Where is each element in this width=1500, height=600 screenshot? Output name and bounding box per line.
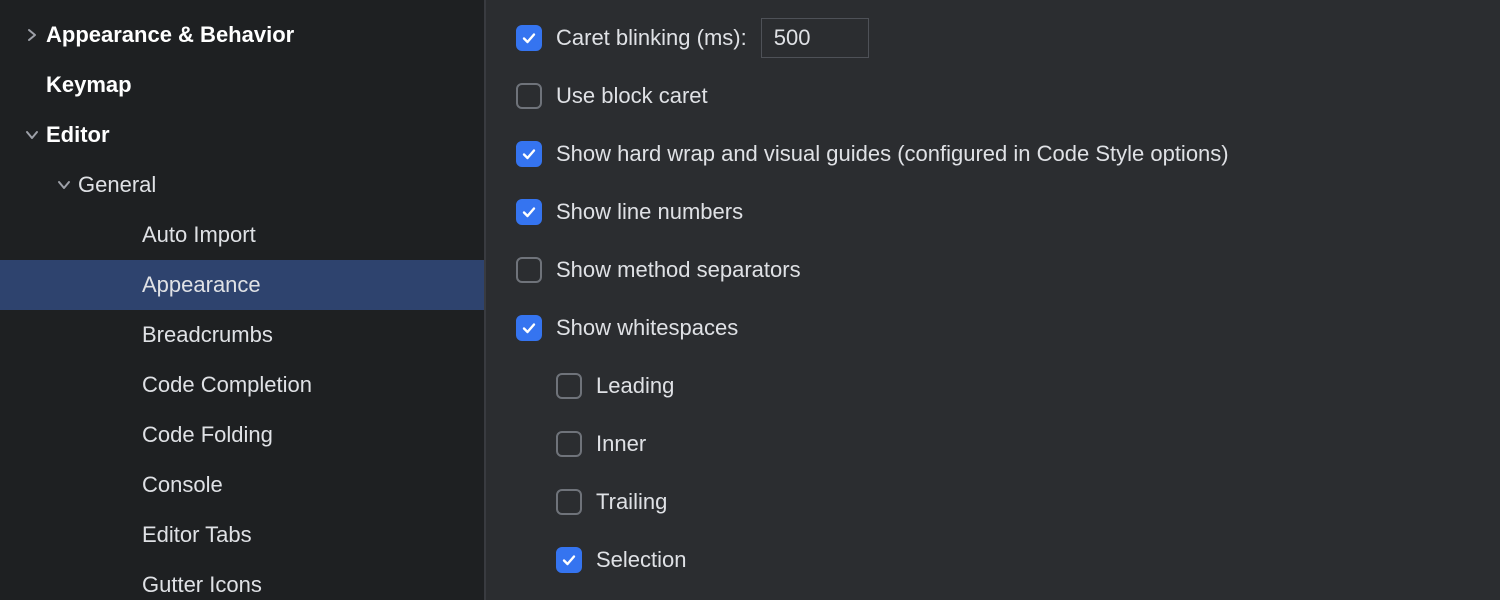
ws-leading-checkbox[interactable]	[556, 373, 582, 399]
block-caret-checkbox[interactable]	[516, 83, 542, 109]
tree-item-label: Appearance	[142, 272, 261, 298]
chevron-down-icon	[18, 128, 46, 142]
method-separators-label: Show method separators	[556, 257, 801, 283]
ws-inner-label: Inner	[596, 431, 646, 457]
hard-wrap-checkbox[interactable]	[516, 141, 542, 167]
tree-item-label: Keymap	[46, 72, 132, 98]
option-ws-inner-row: Inner	[516, 424, 1470, 464]
tree-console[interactable]: Console	[0, 460, 484, 510]
tree-item-label: Console	[142, 472, 223, 498]
tree-item-label: Editor Tabs	[142, 522, 252, 548]
option-method-separators-row: Show method separators	[516, 250, 1470, 290]
option-ws-trailing-row: Trailing	[516, 482, 1470, 522]
option-ws-selection-row: Selection	[516, 540, 1470, 580]
tree-item-label: Breadcrumbs	[142, 322, 273, 348]
settings-content: Caret blinking (ms): Use block caret Sho…	[486, 0, 1500, 600]
chevron-right-icon	[18, 28, 46, 42]
option-caret-blinking-row: Caret blinking (ms):	[516, 18, 1470, 58]
line-numbers-label: Show line numbers	[556, 199, 743, 225]
hard-wrap-label: Show hard wrap and visual guides (config…	[556, 141, 1229, 167]
option-ws-leading-row: Leading	[516, 366, 1470, 406]
tree-item-label: Code Completion	[142, 372, 312, 398]
settings-tree: Appearance & Behavior Keymap Editor General…	[0, 0, 486, 600]
tree-item-label: Code Folding	[142, 422, 273, 448]
tree-auto-import[interactable]: Auto Import	[0, 210, 484, 260]
tree-keymap[interactable]: Keymap	[0, 60, 484, 110]
line-numbers-checkbox[interactable]	[516, 199, 542, 225]
ws-selection-checkbox[interactable]	[556, 547, 582, 573]
tree-editor-tabs[interactable]: Editor Tabs	[0, 510, 484, 560]
caret-blinking-input[interactable]	[761, 18, 869, 58]
tree-general[interactable]: General	[0, 160, 484, 210]
tree-item-label: General	[78, 172, 156, 198]
whitespaces-label: Show whitespaces	[556, 315, 738, 341]
ws-trailing-checkbox[interactable]	[556, 489, 582, 515]
tree-code-folding[interactable]: Code Folding	[0, 410, 484, 460]
caret-blinking-checkbox[interactable]	[516, 25, 542, 51]
tree-editor[interactable]: Editor	[0, 110, 484, 160]
ws-leading-label: Leading	[596, 373, 674, 399]
ws-trailing-label: Trailing	[596, 489, 667, 515]
whitespaces-checkbox[interactable]	[516, 315, 542, 341]
tree-gutter-icons[interactable]: Gutter Icons	[0, 560, 484, 600]
chevron-down-icon	[50, 178, 78, 192]
tree-item-label: Editor	[46, 122, 110, 148]
method-separators-checkbox[interactable]	[516, 257, 542, 283]
tree-appearance[interactable]: Appearance	[0, 260, 484, 310]
ws-inner-checkbox[interactable]	[556, 431, 582, 457]
tree-breadcrumbs[interactable]: Breadcrumbs	[0, 310, 484, 360]
option-whitespaces-row: Show whitespaces	[516, 308, 1470, 348]
tree-item-label: Appearance & Behavior	[46, 22, 294, 48]
tree-item-label: Gutter Icons	[142, 572, 262, 598]
caret-blinking-label: Caret blinking (ms):	[556, 25, 747, 51]
block-caret-label: Use block caret	[556, 83, 708, 109]
tree-code-completion[interactable]: Code Completion	[0, 360, 484, 410]
tree-item-label: Auto Import	[142, 222, 256, 248]
ws-selection-label: Selection	[596, 547, 687, 573]
option-block-caret-row: Use block caret	[516, 76, 1470, 116]
option-hard-wrap-row: Show hard wrap and visual guides (config…	[516, 134, 1470, 174]
tree-appearance-behavior[interactable]: Appearance & Behavior	[0, 10, 484, 60]
option-line-numbers-row: Show line numbers	[516, 192, 1470, 232]
